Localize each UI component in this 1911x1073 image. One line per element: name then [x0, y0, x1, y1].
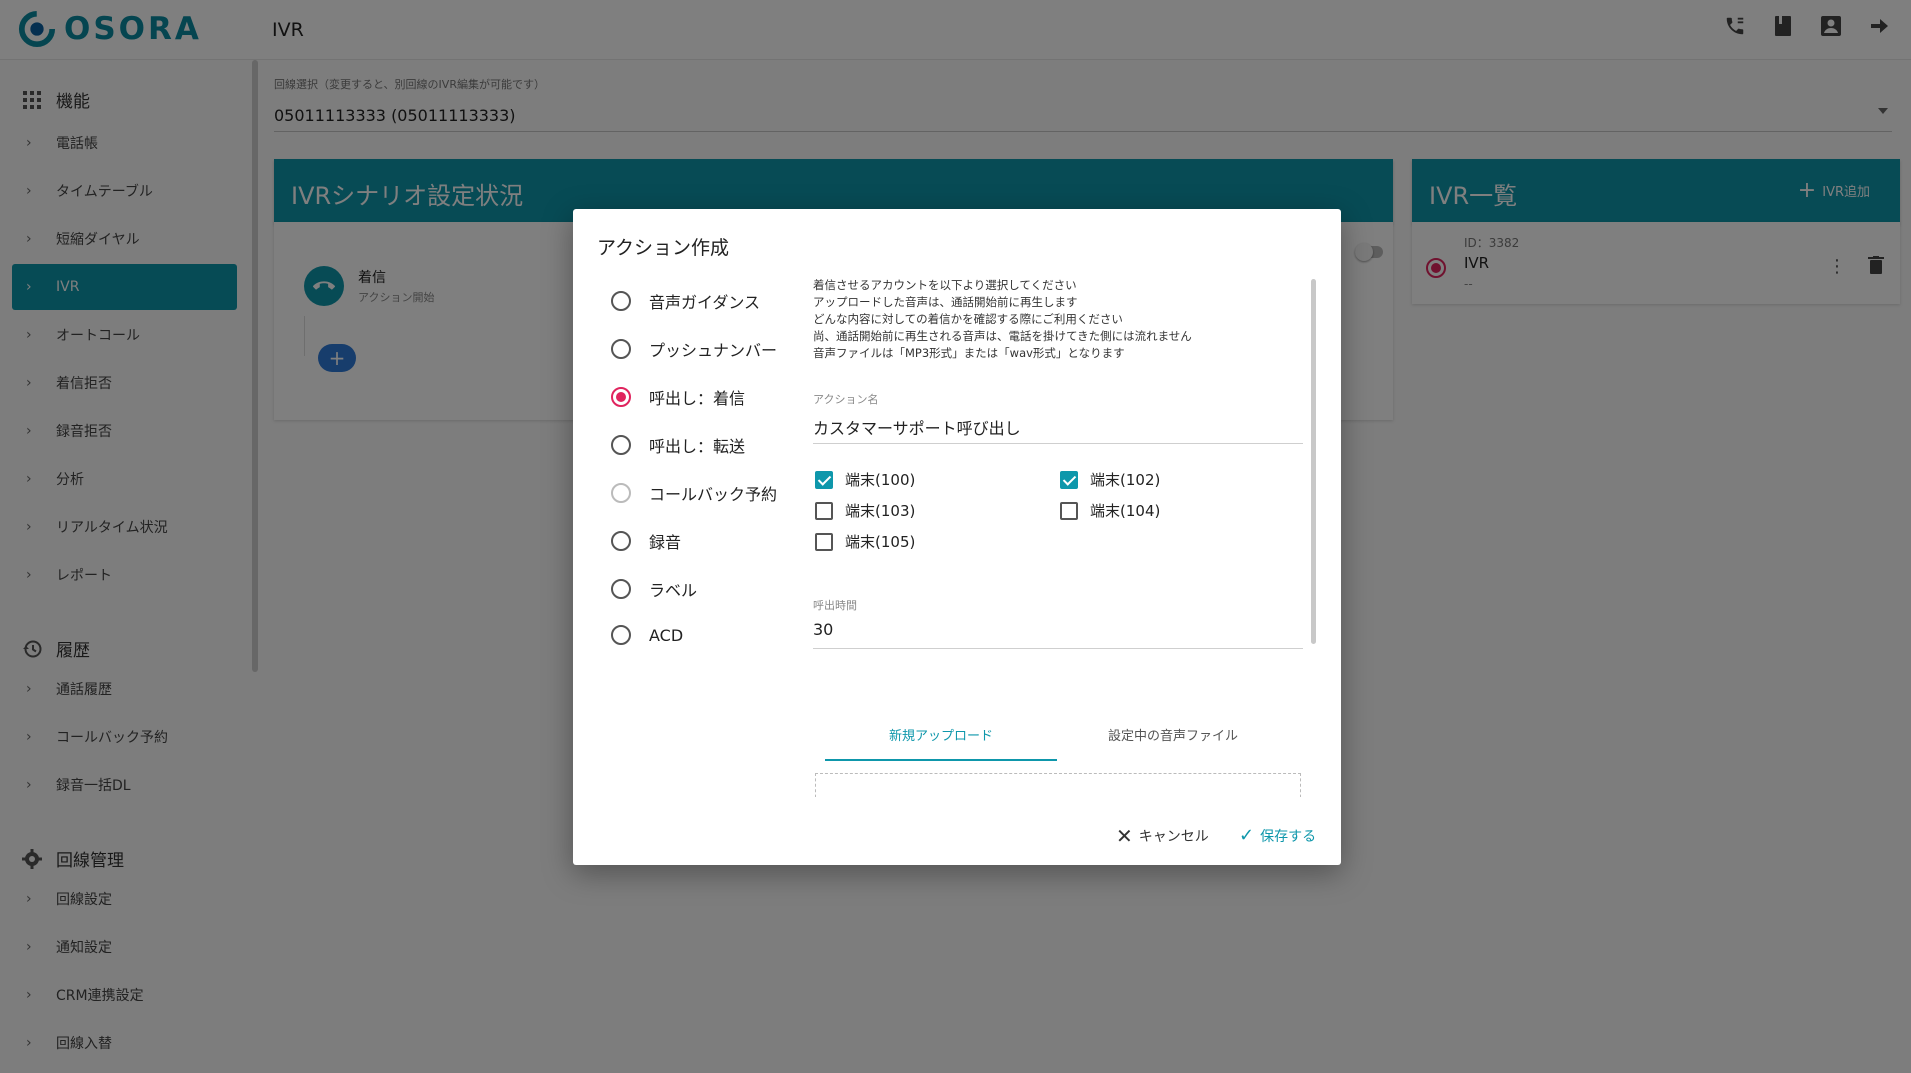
upload-dropzone[interactable] [815, 773, 1301, 797]
radio-callback-reservation[interactable]: コールバック予約 [611, 481, 777, 505]
radio-call-transfer[interactable]: 呼出し：転送 [611, 433, 745, 457]
call-time-underline [813, 648, 1303, 649]
tab-current-audio-file[interactable]: 設定中の音声ファイル [1057, 717, 1289, 761]
radio-label-action[interactable]: ラベル [611, 577, 697, 601]
checkbox-terminal-102[interactable]: 端末(102) [1060, 469, 1160, 490]
radio-label: 音声ガイダンス [649, 293, 761, 312]
checkbox-terminal-104[interactable]: 端末(104) [1060, 500, 1160, 521]
radio-label: ACD [649, 625, 684, 645]
save-button[interactable]: ✓ 保存する [1239, 826, 1316, 846]
checkbox-label: 端末(103) [845, 502, 916, 520]
radio-call-incoming[interactable]: 呼出し：着信 [611, 385, 745, 409]
radio-checked-icon [611, 387, 631, 407]
checkbox-unchecked-icon [815, 501, 833, 520]
info-text: 着信させるアカウントを以下より選択してください アップロードした音声は、通話開始… [813, 278, 1192, 360]
checkbox-unchecked-icon [815, 532, 833, 551]
checkbox-terminal-105[interactable]: 端末(105) [815, 531, 915, 552]
checkbox-unchecked-icon [1060, 501, 1078, 520]
radio-disabled-icon [611, 483, 631, 503]
checkbox-label: 端末(104) [1090, 502, 1161, 520]
radio-acd[interactable]: ACD [611, 625, 683, 645]
radio-unchecked-icon [611, 579, 631, 599]
check-icon: ✓ [1239, 825, 1255, 846]
radio-unchecked-icon [611, 531, 631, 551]
checkbox-label: 端末(100) [845, 471, 916, 489]
checkbox-terminal-100[interactable]: 端末(100) [815, 469, 915, 490]
call-time-input[interactable]: 30 [813, 620, 833, 639]
action-name-input[interactable]: カスタマーサポート呼び出し [813, 415, 1021, 439]
dialog-title: アクション作成 [597, 237, 730, 259]
radio-voice-guidance[interactable]: 音声ガイダンス [611, 289, 760, 313]
radio-label: プッシュナンバー [649, 341, 778, 360]
tab-new-upload[interactable]: 新規アップロード [825, 717, 1057, 761]
dialog-scrollbar[interactable] [1311, 279, 1316, 644]
call-time-label: 呼出時間 [813, 599, 857, 612]
checkbox-label: 端末(105) [845, 533, 916, 551]
cancel-button[interactable]: ✕ キャンセル [1116, 826, 1209, 846]
cancel-label: キャンセル [1138, 829, 1209, 845]
save-label: 保存する [1260, 829, 1317, 845]
checkbox-label: 端末(102) [1090, 471, 1161, 489]
radio-label: 録音 [649, 533, 682, 552]
checkbox-checked-icon [1060, 470, 1078, 489]
checkbox-checked-icon [815, 470, 833, 489]
radio-label: ラベル [649, 581, 698, 600]
close-icon: ✕ [1116, 824, 1133, 848]
checkbox-terminal-103[interactable]: 端末(103) [815, 500, 915, 521]
radio-unchecked-icon [611, 339, 631, 359]
action-name-label: アクション名 [813, 393, 879, 406]
radio-push-number[interactable]: プッシュナンバー [611, 337, 777, 361]
radio-label: 呼出し：転送 [649, 437, 746, 456]
radio-recording[interactable]: 録音 [611, 529, 681, 553]
action-name-underline [813, 443, 1303, 444]
action-create-dialog: アクション作成 音声ガイダンス プッシュナンバー 呼出し：着信 呼出し：転送 コ… [573, 209, 1341, 865]
radio-unchecked-icon [611, 625, 631, 645]
radio-unchecked-icon [611, 291, 631, 311]
radio-unchecked-icon [611, 435, 631, 455]
action-settings-pane: 着信させるアカウントを以下より選択してください アップロードした音声は、通話開始… [813, 277, 1303, 797]
radio-label: コールバック予約 [649, 485, 778, 504]
radio-label: 呼出し：着信 [649, 389, 746, 408]
